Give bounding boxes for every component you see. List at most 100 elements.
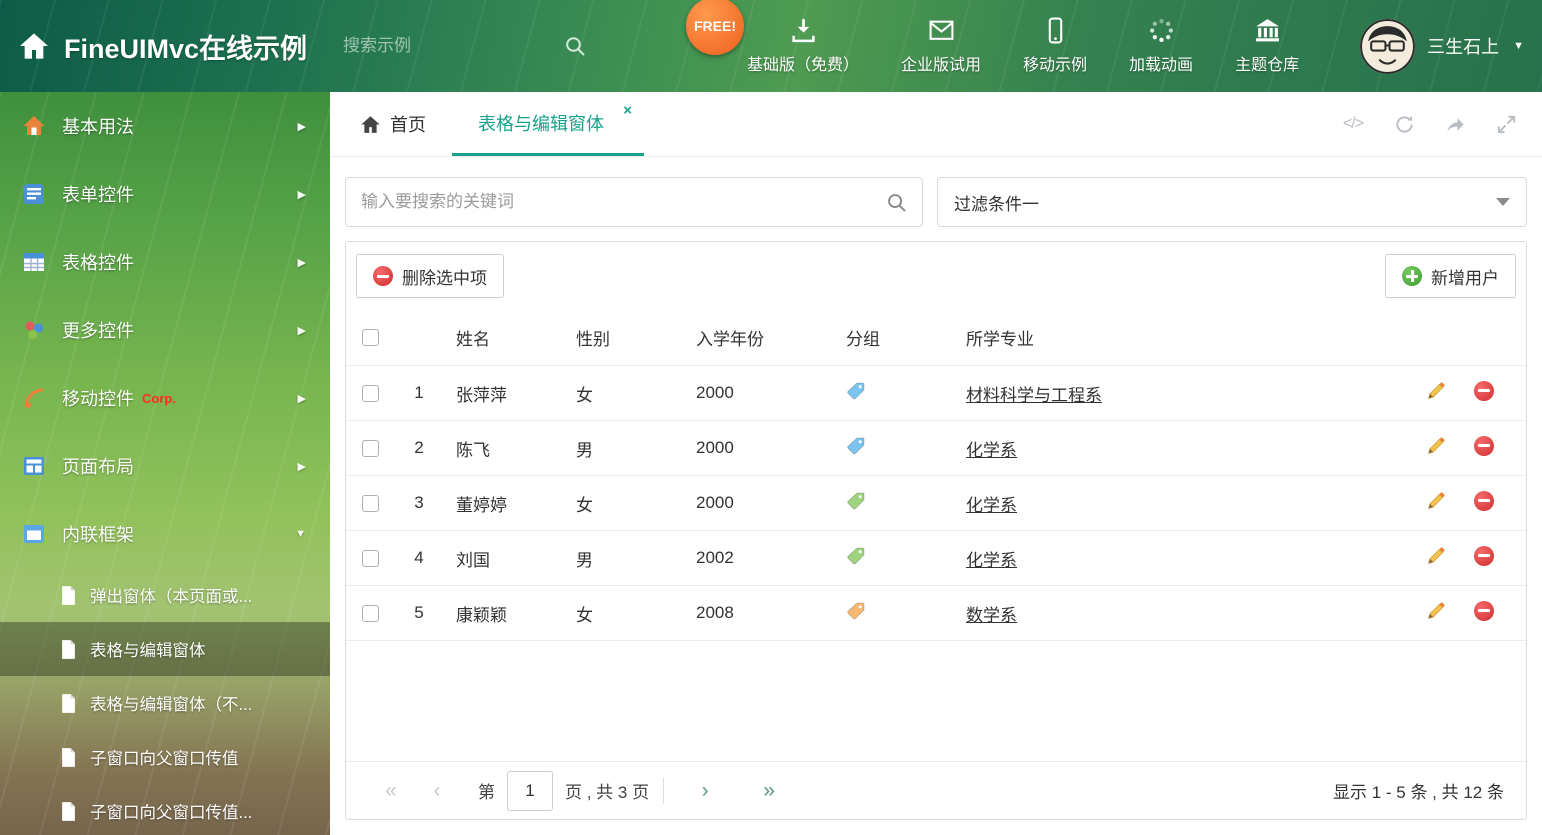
header-search[interactable] <box>343 35 585 57</box>
source-code-icon[interactable]: </> <box>1341 112 1365 136</box>
table-row: 2 陈飞 男 2000 化学系 <box>346 421 1526 476</box>
table-body: 1 张萍萍 女 2000 材料科学与工程系 2 陈飞 男 2000 化学系 3 … <box>346 366 1526 641</box>
sidebar-menu-item[interactable]: 表单控件 ▶ <box>0 160 330 228</box>
last-page-button[interactable]: » <box>746 779 792 803</box>
home-menu-icon <box>22 114 46 138</box>
search-icon[interactable] <box>564 35 586 57</box>
keyword-search-box[interactable] <box>345 177 923 227</box>
chevron-down-icon: ▼ <box>295 528 306 540</box>
delete-icon[interactable] <box>1474 435 1494 456</box>
user-name: 三生石上 <box>1427 37 1500 57</box>
edit-icon[interactable] <box>1426 600 1447 621</box>
table-header-row: 姓名 性别 入学年份 分组 所学专业 <box>346 310 1526 366</box>
cell-gender: 男 <box>576 550 593 570</box>
cell-gender: 女 <box>576 495 593 515</box>
plus-circle-icon <box>1402 266 1422 286</box>
major-link[interactable]: 化学系 <box>966 441 1017 460</box>
sidebar-menu-item[interactable]: 内联框架 ▼ <box>0 500 330 568</box>
search-icon[interactable] <box>886 192 907 213</box>
layout-menu-icon <box>22 454 46 478</box>
sidebar-sub-item[interactable]: 子窗口向父窗口传值... <box>0 784 330 835</box>
record-count-summary: 显示 1 - 5 条 , 共 12 条 <box>1333 783 1504 802</box>
chevron-right-icon: ▶ <box>297 460 306 473</box>
row-index: 3 <box>414 493 424 512</box>
first-page-button[interactable]: « <box>368 779 414 803</box>
delete-icon[interactable] <box>1474 380 1494 401</box>
close-icon[interactable]: × <box>623 103 632 118</box>
delete-icon[interactable] <box>1474 545 1494 566</box>
delete-icon[interactable] <box>1474 490 1494 511</box>
row-checkbox[interactable] <box>361 494 379 512</box>
major-link[interactable]: 数学系 <box>966 606 1017 625</box>
edit-icon[interactable] <box>1426 545 1447 566</box>
pagination-bar: « ‹ 第 页 , 共 3 页 › » 显示 1 - 5 条 , 共 12 条 <box>346 761 1526 819</box>
download-icon <box>790 17 817 44</box>
tag-icon <box>846 546 866 566</box>
home-icon[interactable] <box>18 30 50 62</box>
sidebar-sub-item[interactable]: 表格与编辑窗体（不... <box>0 676 330 730</box>
user-menu[interactable]: 三生石上 ▼ <box>1360 0 1524 92</box>
sidebar-menu-item[interactable]: 更多控件 ▶ <box>0 296 330 364</box>
sidebar-menu-item[interactable]: 基本用法 ▶ <box>0 92 330 160</box>
cell-year: 2008 <box>696 603 734 622</box>
edit-icon[interactable] <box>1426 490 1447 511</box>
sidebar-menu-item[interactable]: 移动控件 Corp. ▶ <box>0 364 330 432</box>
grid-menu-icon <box>22 250 46 274</box>
page-number-input[interactable] <box>507 770 553 811</box>
header-nav-item[interactable]: 基础版（免费） <box>726 17 880 75</box>
sidebar-sub-item[interactable]: 弹出窗体（本页面或... <box>0 568 330 622</box>
sidebar-menu-item[interactable]: 表格控件 ▶ <box>0 228 330 296</box>
refresh-icon[interactable] <box>1392 112 1416 136</box>
filter-dropdown[interactable]: 过滤条件一 <box>937 177 1527 227</box>
tab-grid-edit-window[interactable]: 表格与编辑窗体 × <box>452 92 644 156</box>
chevron-right-icon: ▶ <box>297 120 306 133</box>
grid-panel: 删除选中项 新增用户 姓名 性别 入学年份 分组 所学专业 1 张萍萍 女 20… <box>345 241 1527 820</box>
edit-icon[interactable] <box>1426 380 1447 401</box>
cell-name: 张萍萍 <box>456 385 507 405</box>
header-nav-item[interactable]: 移动示例 <box>1002 17 1108 75</box>
sidebar: 基本用法 ▶ 表单控件 ▶ 表格控件 ▶ 更多控件 ▶ 移动控件 Corp. ▶… <box>0 92 330 835</box>
delete-icon[interactable] <box>1474 600 1494 621</box>
filter-row: 过滤条件一 <box>345 177 1527 227</box>
mobile-menu-icon <box>22 386 46 410</box>
row-index: 2 <box>414 438 424 457</box>
row-checkbox[interactable] <box>361 439 379 457</box>
delete-selected-button[interactable]: 删除选中项 <box>356 254 504 298</box>
header-nav-item[interactable]: 企业版试用 <box>880 17 1002 75</box>
select-all-checkbox[interactable] <box>361 329 379 346</box>
tab-home[interactable]: 首页 <box>334 92 452 156</box>
home-icon <box>360 114 381 135</box>
row-checkbox[interactable] <box>361 384 379 402</box>
major-link[interactable]: 化学系 <box>966 551 1017 570</box>
table-empty-space <box>346 641 1526 761</box>
next-page-button[interactable]: › <box>682 779 728 803</box>
mail-icon <box>928 17 955 44</box>
keyword-search-input[interactable] <box>361 192 886 212</box>
tab-label: 表格与编辑窗体 <box>478 113 604 134</box>
header-nav-item[interactable]: 加载动画 <box>1108 17 1214 75</box>
file-icon <box>60 747 77 768</box>
header-nav-item[interactable]: 主题仓库 <box>1214 17 1320 75</box>
table-row: 1 张萍萍 女 2000 材料科学与工程系 <box>346 366 1526 421</box>
column-header-group: 分组 <box>846 330 880 349</box>
header-search-input[interactable] <box>343 36 565 56</box>
prev-page-button[interactable]: ‹ <box>414 779 460 803</box>
major-link[interactable]: 化学系 <box>966 496 1017 515</box>
row-index: 1 <box>414 383 424 402</box>
sidebar-menu-item[interactable]: 页面布局 ▶ <box>0 432 330 500</box>
edit-icon[interactable] <box>1426 435 1447 456</box>
column-header-gender: 性别 <box>576 330 610 349</box>
add-user-button[interactable]: 新增用户 <box>1385 254 1516 298</box>
share-icon[interactable] <box>1443 112 1467 136</box>
form-menu-icon <box>22 182 46 206</box>
user-avatar[interactable] <box>1360 18 1416 74</box>
expand-icon[interactable] <box>1494 112 1518 136</box>
tab-tools: </> <box>1341 92 1542 156</box>
major-link[interactable]: 材料科学与工程系 <box>966 386 1102 405</box>
bank-icon <box>1254 17 1281 44</box>
row-checkbox[interactable] <box>361 549 379 567</box>
sidebar-sub-item[interactable]: 子窗口向父窗口传值 <box>0 730 330 784</box>
file-icon <box>60 801 77 822</box>
row-checkbox[interactable] <box>361 604 379 622</box>
sidebar-sub-item[interactable]: 表格与编辑窗体 <box>0 622 330 676</box>
